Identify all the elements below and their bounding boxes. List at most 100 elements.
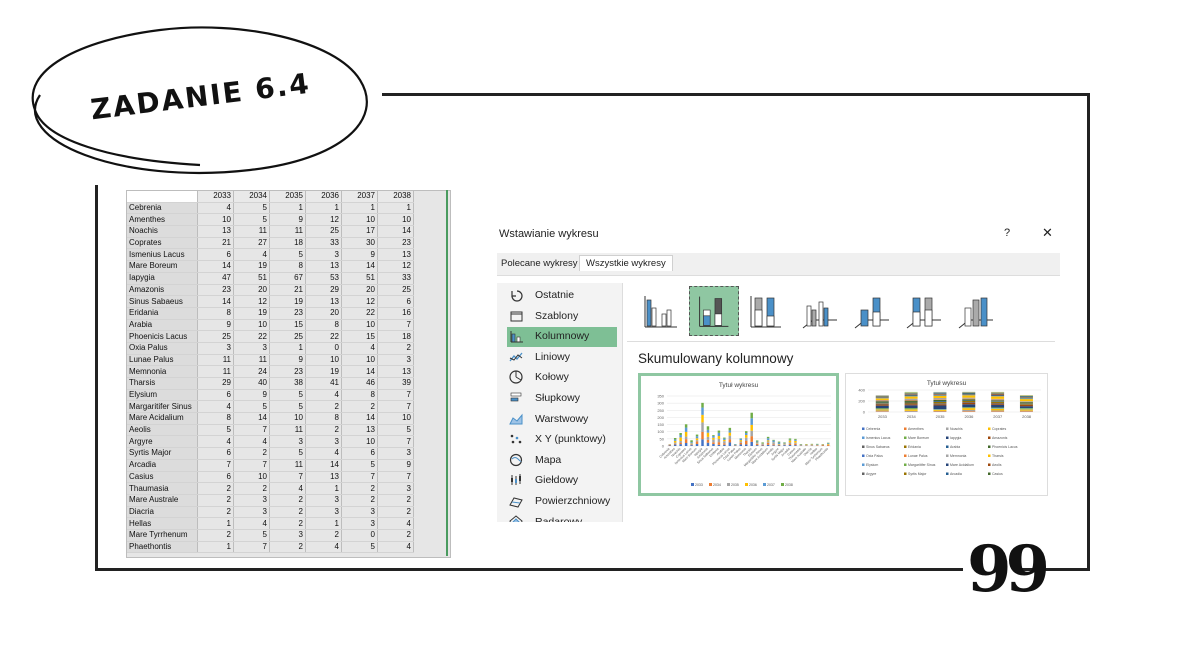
value-cell[interactable]: 21: [197, 237, 234, 250]
region-name-cell[interactable]: Arcadia: [127, 459, 198, 472]
year-header-cell[interactable]: 2037: [341, 191, 378, 203]
value-cell[interactable]: 23: [377, 237, 414, 250]
value-cell[interactable]: 7: [377, 319, 414, 332]
region-name-cell[interactable]: Amenthes: [127, 213, 198, 227]
value-cell[interactable]: 6: [197, 447, 234, 460]
value-cell[interactable]: 23: [269, 365, 306, 378]
value-cell[interactable]: 2: [269, 541, 306, 554]
value-cell[interactable]: 3: [233, 342, 270, 355]
stacked-column-icon[interactable]: [689, 286, 739, 336]
value-cell[interactable]: 10: [305, 354, 342, 367]
value-cell[interactable]: 4: [377, 517, 414, 530]
value-cell[interactable]: 7: [233, 424, 270, 437]
value-cell[interactable]: 22: [305, 330, 342, 343]
value-cell[interactable]: 67: [269, 272, 306, 285]
value-cell[interactable]: 2: [233, 447, 270, 460]
value-cell[interactable]: 10: [377, 213, 414, 227]
value-cell[interactable]: 11: [197, 354, 234, 367]
value-cell[interactable]: 4: [377, 541, 414, 554]
tab-recommended-charts[interactable]: Polecane wykresy: [501, 258, 578, 269]
value-cell[interactable]: 19: [269, 295, 306, 308]
value-cell[interactable]: 12: [305, 213, 342, 227]
value-cell[interactable]: 51: [341, 272, 378, 285]
value-cell[interactable]: 38: [269, 377, 306, 390]
region-name-cell[interactable]: Mare Tyrrhenum: [127, 529, 198, 542]
value-cell[interactable]: 13: [197, 225, 234, 238]
value-cell[interactable]: 3: [305, 494, 342, 507]
category-pie-chart[interactable]: Kołowy: [507, 368, 617, 388]
value-cell[interactable]: 8: [341, 389, 378, 402]
value-cell[interactable]: 4: [305, 389, 342, 402]
value-cell[interactable]: 33: [305, 237, 342, 250]
value-cell[interactable]: 39: [377, 377, 414, 390]
value-cell[interactable]: 5: [269, 447, 306, 460]
value-cell[interactable]: 18: [377, 330, 414, 343]
value-cell[interactable]: 5: [269, 400, 306, 414]
value-cell[interactable]: 11: [233, 225, 270, 238]
region-name-cell[interactable]: Amazonis: [127, 284, 198, 297]
category-line-chart[interactable]: Liniowy: [507, 348, 617, 368]
category-surface-chart[interactable]: Powierzchniowy: [507, 492, 617, 512]
value-cell[interactable]: 16: [377, 307, 414, 320]
region-name-cell[interactable]: Phaethontis: [127, 541, 198, 554]
value-cell[interactable]: 13: [377, 365, 414, 378]
value-cell[interactable]: 13: [341, 424, 378, 437]
value-cell[interactable]: 25: [305, 225, 342, 238]
spreadsheet[interactable]: 2033 2034 2035 2036 2037 2038 Cebrenia 4 5 1 1 1 1 Am…: [126, 190, 451, 558]
region-name-cell[interactable]: Lunae Palus: [127, 354, 198, 367]
value-cell[interactable]: 9: [341, 248, 378, 262]
value-cell[interactable]: 18: [269, 237, 306, 250]
value-cell[interactable]: 3: [305, 435, 342, 449]
value-cell[interactable]: 11: [269, 459, 306, 472]
value-cell[interactable]: 11: [233, 354, 270, 367]
value-cell[interactable]: 7: [377, 435, 414, 449]
region-name-cell[interactable]: Noachis: [127, 225, 198, 238]
value-cell[interactable]: 13: [305, 295, 342, 308]
value-cell[interactable]: 11: [269, 424, 306, 437]
year-header-cell[interactable]: 2035: [269, 191, 306, 203]
3d-clustered-column-icon[interactable]: [793, 286, 843, 336]
value-cell[interactable]: 22: [341, 307, 378, 320]
value-cell[interactable]: 8: [197, 412, 234, 425]
value-cell[interactable]: 20: [305, 307, 342, 320]
value-cell[interactable]: 9: [197, 319, 234, 332]
year-header-cell[interactable]: 2033: [197, 191, 234, 203]
value-cell[interactable]: 23: [269, 307, 306, 320]
value-cell[interactable]: 5: [341, 459, 378, 472]
value-cell[interactable]: 1: [197, 517, 234, 530]
value-cell[interactable]: 2: [341, 482, 378, 495]
region-name-cell[interactable]: Casius: [127, 471, 198, 484]
value-cell[interactable]: 15: [269, 319, 306, 332]
value-cell[interactable]: 2: [197, 482, 234, 495]
value-cell[interactable]: 47: [197, 272, 234, 285]
value-cell[interactable]: 8: [197, 307, 234, 320]
value-cell[interactable]: 1: [269, 202, 306, 215]
value-cell[interactable]: 13: [377, 248, 414, 262]
value-cell[interactable]: 4: [233, 248, 270, 262]
value-cell[interactable]: 10: [341, 319, 378, 332]
value-cell[interactable]: 3: [305, 506, 342, 519]
value-cell[interactable]: 24: [233, 365, 270, 378]
value-cell[interactable]: 2: [305, 400, 342, 414]
value-cell[interactable]: 2: [377, 494, 414, 507]
region-name-cell[interactable]: Memnonia: [127, 365, 198, 378]
category-scatter-chart[interactable]: X Y (punktowy): [507, 430, 617, 450]
3d-stacked-column-icon[interactable]: [845, 286, 895, 336]
value-cell[interactable]: 1: [305, 202, 342, 215]
value-cell[interactable]: 9: [377, 459, 414, 472]
value-cell[interactable]: 10: [341, 435, 378, 449]
region-name-cell[interactable]: Cebrenia: [127, 202, 198, 215]
value-cell[interactable]: 6: [197, 389, 234, 402]
3d-column-icon[interactable]: [949, 286, 999, 336]
value-cell[interactable]: 8: [305, 412, 342, 425]
region-name-cell[interactable]: Ismenius Lacus: [127, 248, 198, 262]
value-cell[interactable]: 1: [197, 541, 234, 554]
year-header-cell[interactable]: 2034: [233, 191, 270, 203]
value-cell[interactable]: 12: [377, 260, 414, 273]
value-cell[interactable]: 14: [197, 295, 234, 308]
value-cell[interactable]: 2: [305, 424, 342, 437]
clustered-column-icon[interactable]: [637, 286, 687, 336]
value-cell[interactable]: 20: [341, 284, 378, 297]
value-cell[interactable]: 14: [341, 365, 378, 378]
value-cell[interactable]: 1: [341, 202, 378, 215]
